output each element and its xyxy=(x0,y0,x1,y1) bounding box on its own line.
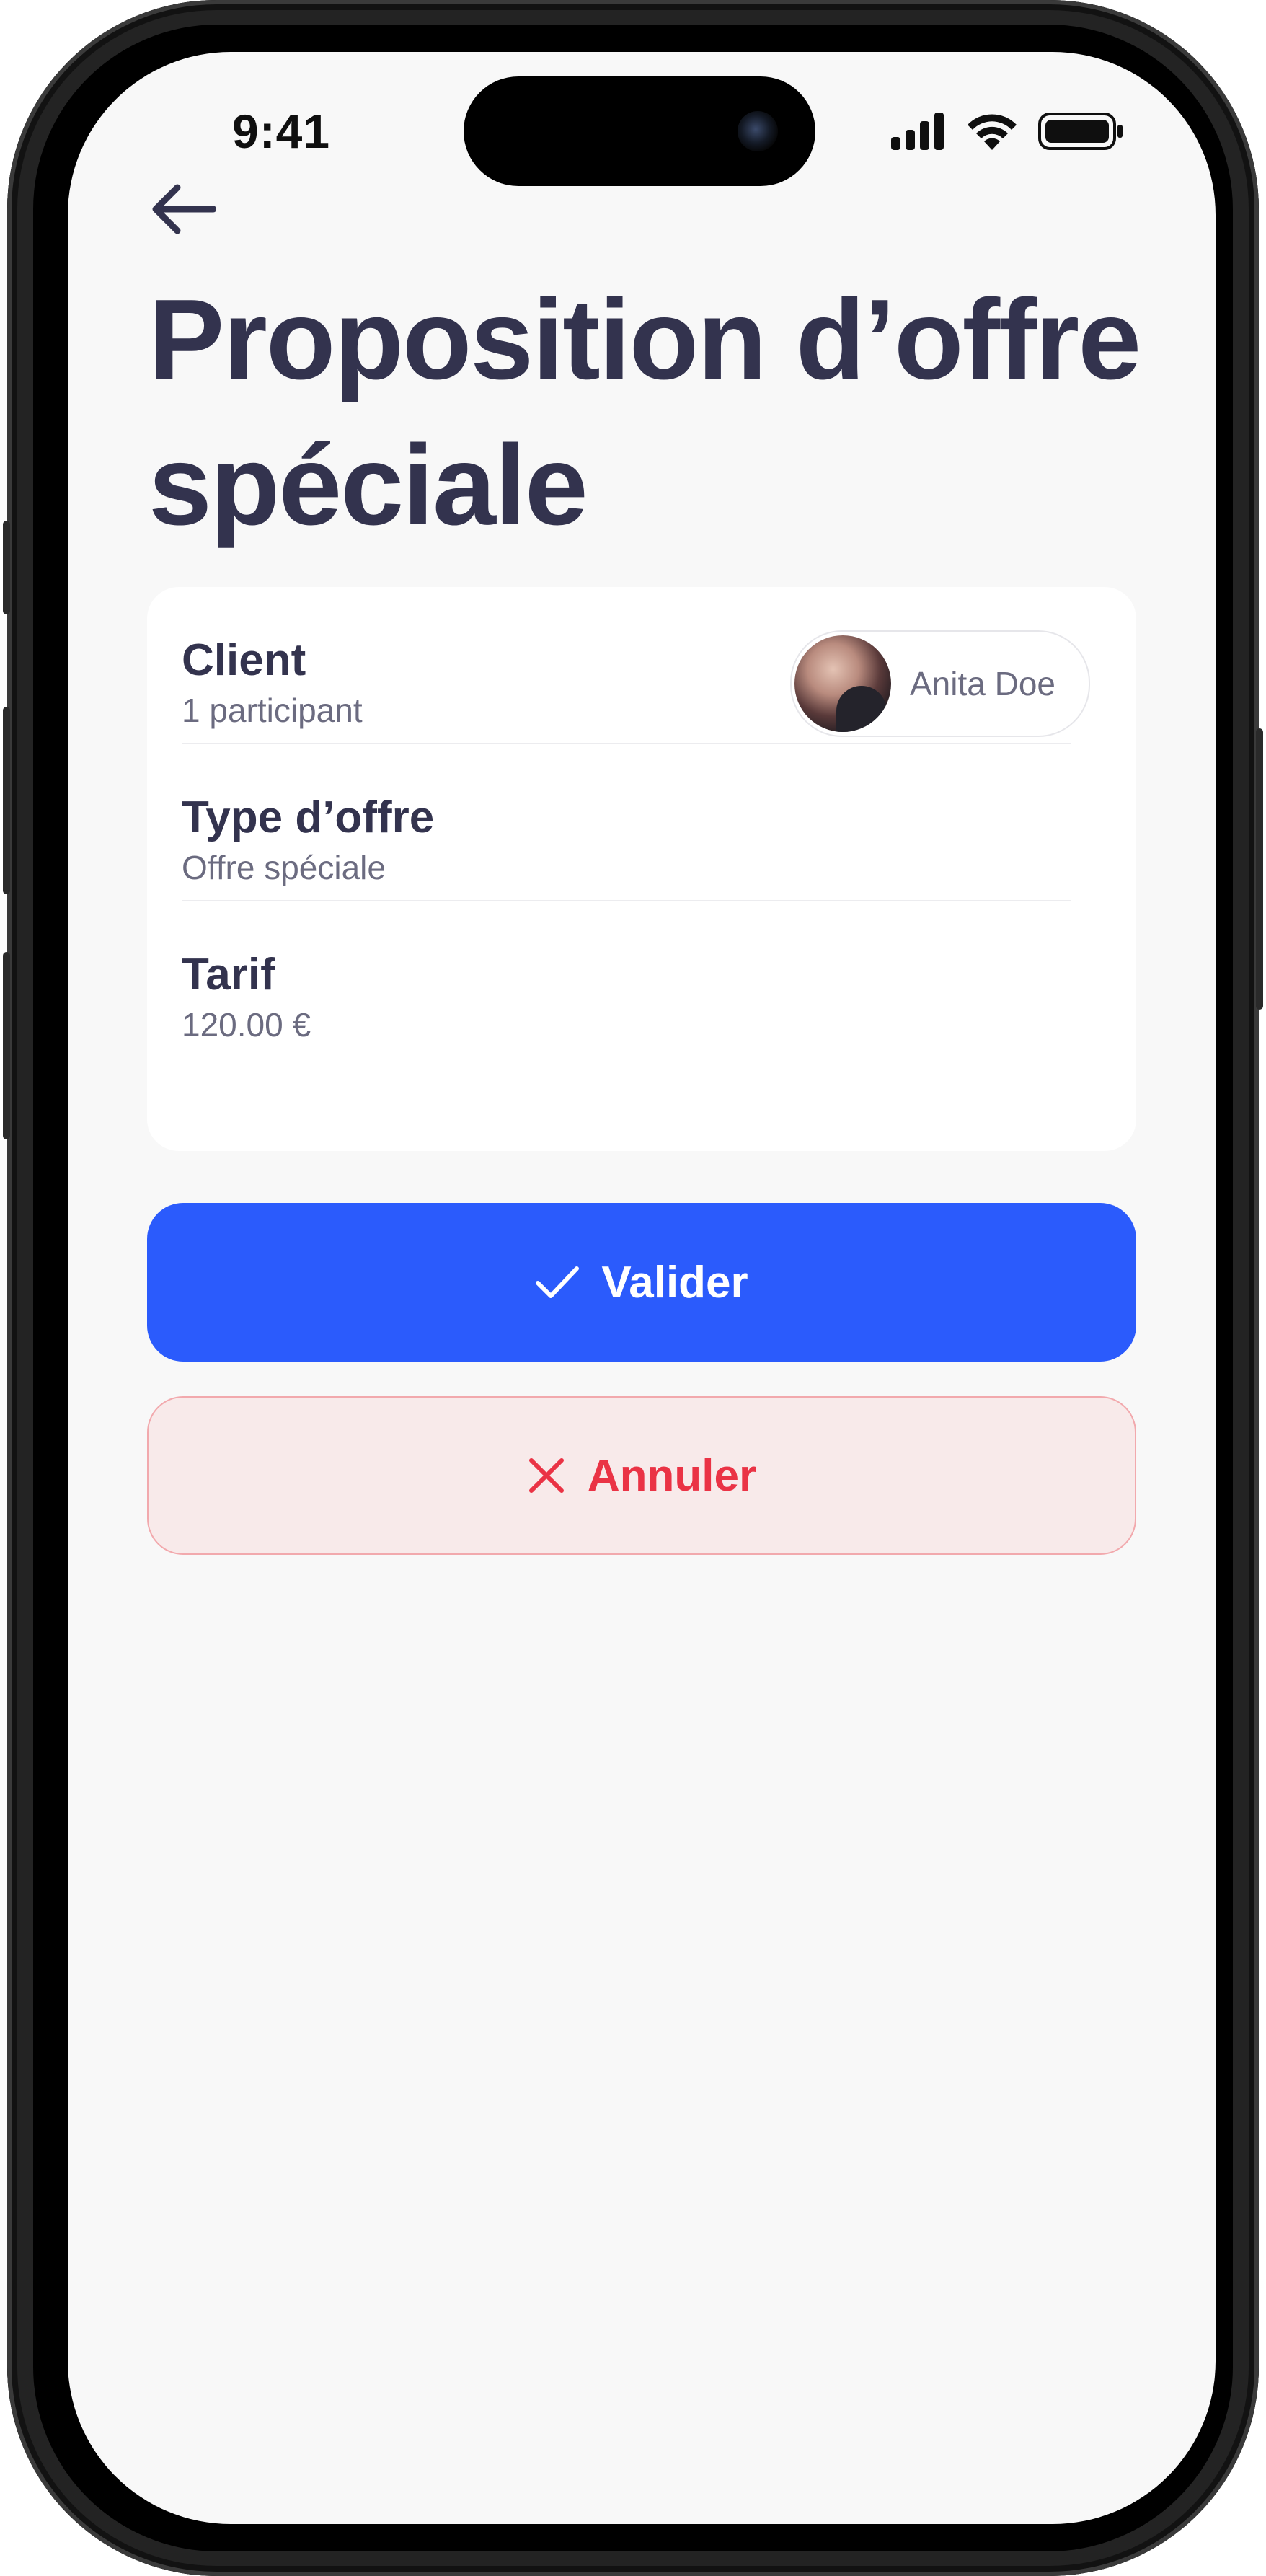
offer-type-row: Type d’offre Offre spéciale xyxy=(182,744,1071,901)
dynamic-island xyxy=(464,76,815,186)
participant-count: 1 participant xyxy=(182,692,363,729)
rate-label: Tarif xyxy=(182,950,275,1000)
status-icons xyxy=(891,111,1123,151)
validate-label: Valider xyxy=(601,1257,748,1307)
rate-value: 120.00 € xyxy=(182,1006,311,1044)
volume-up-button xyxy=(3,707,10,894)
wifi-icon xyxy=(968,114,1017,150)
status-time: 9:41 xyxy=(232,105,331,158)
page-title: Proposition d’offre spéciale xyxy=(149,276,1141,549)
offer-type-value: Offre spéciale xyxy=(182,849,386,886)
screen: 9:41 Proposition d’offre spéciale Client… xyxy=(68,52,1216,2524)
phone-frame: 9:41 Proposition d’offre spéciale Client… xyxy=(3,0,1263,2576)
close-icon xyxy=(528,1458,564,1493)
back-arrow-icon xyxy=(152,184,216,234)
power-button xyxy=(1256,728,1263,1010)
cancel-label: Annuler xyxy=(587,1450,757,1501)
validate-button[interactable]: Valider xyxy=(147,1203,1136,1362)
client-chip[interactable]: Anita Doe xyxy=(790,630,1090,737)
client-label: Client xyxy=(182,635,306,685)
action-button xyxy=(3,521,10,614)
cancel-button[interactable]: Annuler xyxy=(147,1396,1136,1555)
volume-down-button xyxy=(3,952,10,1139)
back-button[interactable] xyxy=(147,173,219,245)
client-name: Anita Doe xyxy=(910,665,1056,702)
battery-icon xyxy=(1038,113,1123,150)
avatar xyxy=(794,635,891,732)
signal-icon xyxy=(891,113,944,150)
offer-details-card: Client 1 participant Anita Doe Type d’of… xyxy=(147,587,1136,1151)
client-row: Client 1 participant Anita Doe xyxy=(182,587,1090,744)
rate-row: Tarif 120.00 € xyxy=(182,901,1071,1059)
front-camera-icon xyxy=(738,111,778,151)
offer-type-label: Type d’offre xyxy=(182,793,435,842)
check-icon xyxy=(536,1266,580,1298)
